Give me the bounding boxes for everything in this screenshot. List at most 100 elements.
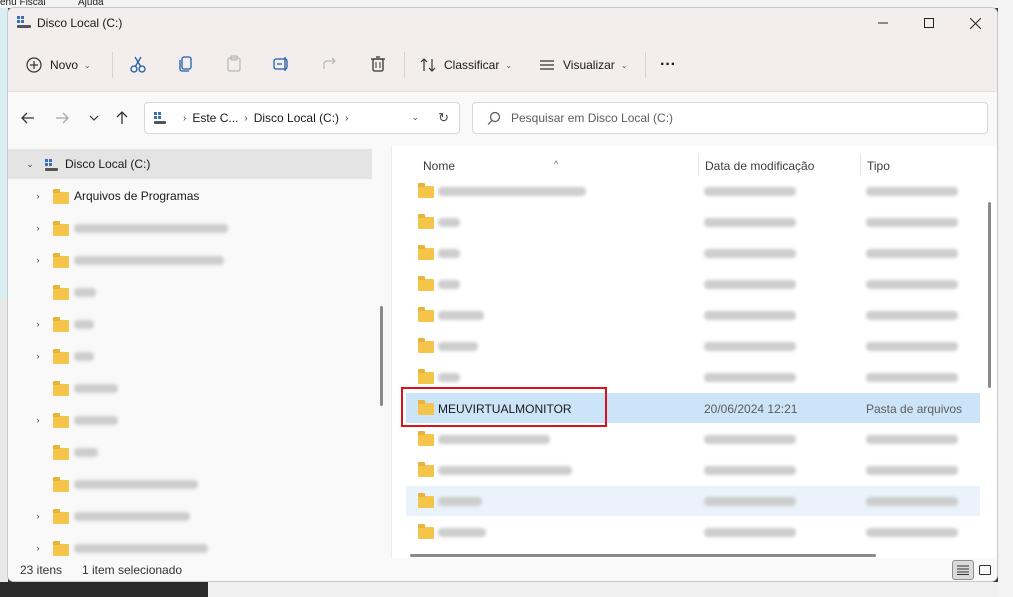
folder-icon <box>418 369 434 384</box>
redacted-label <box>438 497 482 506</box>
file-list-horizontal-scrollbar[interactable] <box>410 554 876 557</box>
details-view-button[interactable] <box>952 560 974 580</box>
nav-item-obscured[interactable]: › <box>8 341 372 371</box>
search-input[interactable]: Pesquisar em Disco Local (C:) <box>472 102 988 134</box>
table-row[interactable] <box>406 238 980 268</box>
chevron-down-icon: ⌄ <box>84 60 91 70</box>
back-button[interactable] <box>18 108 38 128</box>
table-row[interactable] <box>406 269 980 299</box>
recent-locations-button[interactable] <box>84 108 104 128</box>
nav-item-obscured[interactable]: › <box>8 405 372 435</box>
table-row[interactable] <box>406 300 980 330</box>
nav-item-disco-local[interactable]: ⌄ Disco Local (C:) <box>8 149 372 179</box>
expand-chevron-icon[interactable]: › <box>32 511 44 521</box>
expand-chevron-icon[interactable]: › <box>32 255 44 265</box>
redacted-label <box>438 249 460 258</box>
column-divider[interactable] <box>698 154 699 176</box>
more-options-button[interactable]: ··· <box>660 49 676 81</box>
column-header-name[interactable]: Nome <box>423 159 455 173</box>
computer-icon <box>154 112 166 124</box>
nav-item-arquivos-de-programas[interactable]: › Arquivos de Programas <box>8 181 372 211</box>
main-content: ⌄ Disco Local (C:) › Arquivos de Program… <box>8 146 997 558</box>
paste-button[interactable] <box>224 54 244 74</box>
maximize-button[interactable] <box>906 8 952 38</box>
folder-icon <box>418 524 434 539</box>
file-list: ^ Nome Data de modificação Tipo MEUVIRTU… <box>392 146 997 558</box>
minimize-button[interactable] <box>860 8 906 38</box>
close-button[interactable] <box>952 8 997 38</box>
nav-item-obscured[interactable]: › <box>8 245 372 275</box>
expand-chevron-icon[interactable]: › <box>32 191 44 201</box>
toolbar-divider <box>112 52 113 78</box>
expand-chevron-icon[interactable]: › <box>32 351 44 361</box>
address-bar-row: › Este C... › Disco Local (C:) › ⌄ ↻ Pes… <box>8 92 997 146</box>
view-button[interactable]: Visualizar ⌄ <box>539 49 628 81</box>
file-list-vertical-scrollbar[interactable] <box>988 202 991 388</box>
redacted-label <box>704 528 796 537</box>
tiles-view-button[interactable] <box>974 560 996 580</box>
nav-item-obscured[interactable] <box>8 373 372 403</box>
table-row[interactable] <box>406 424 980 454</box>
cut-button[interactable] <box>128 54 148 74</box>
folder-icon <box>53 381 69 396</box>
breadcrumb-item[interactable]: Disco Local (C:) <box>254 111 339 125</box>
redacted-label <box>74 544 208 553</box>
nav-item-obscured[interactable] <box>8 437 372 467</box>
redacted-label <box>866 311 958 320</box>
share-button[interactable] <box>320 54 340 74</box>
nav-item-obscured[interactable] <box>8 277 372 307</box>
refresh-icon[interactable]: ↻ <box>438 110 449 126</box>
table-row[interactable] <box>406 455 980 485</box>
redacted-label <box>74 448 98 457</box>
table-row[interactable] <box>406 331 980 361</box>
folder-icon <box>53 477 69 492</box>
command-bar: Novo ⌄ Classificar ⌄ Visualizar ⌄ ··· <box>8 38 997 92</box>
folder-icon <box>53 413 69 428</box>
address-field[interactable]: › Este C... › Disco Local (C:) › ⌄ ↻ <box>144 102 460 134</box>
folder-icon <box>418 462 434 477</box>
folder-icon <box>418 431 434 446</box>
delete-button[interactable] <box>368 54 388 74</box>
navigation-pane: ⌄ Disco Local (C:) › Arquivos de Program… <box>8 146 374 558</box>
nav-item-obscured[interactable]: › <box>8 309 372 339</box>
column-divider[interactable] <box>860 154 861 176</box>
new-button[interactable]: Novo ⌄ <box>26 49 91 81</box>
breadcrumb-chevron-icon: › <box>183 112 187 124</box>
column-header-date[interactable]: Data de modificação <box>705 159 814 173</box>
folder-icon <box>418 307 434 322</box>
window-title: Disco Local (C:) <box>37 16 123 30</box>
folder-icon <box>418 276 434 291</box>
file-date: 20/06/2024 12:21 <box>704 402 798 416</box>
folder-icon <box>418 245 434 260</box>
collapse-chevron-icon[interactable]: ⌄ <box>24 159 36 170</box>
search-placeholder: Pesquisar em Disco Local (C:) <box>511 111 674 125</box>
maximize-icon <box>924 18 934 28</box>
redacted-label <box>704 249 796 258</box>
table-row[interactable] <box>406 207 980 237</box>
nav-item-obscured[interactable] <box>8 469 372 499</box>
table-row[interactable] <box>406 517 980 547</box>
expand-chevron-icon[interactable]: › <box>32 543 44 553</box>
table-row[interactable] <box>406 176 980 206</box>
more-options-label: ··· <box>660 56 676 73</box>
breadcrumb-item[interactable]: Este C... <box>192 111 238 125</box>
address-history-dropdown-icon[interactable]: ⌄ <box>411 112 419 123</box>
redacted-label <box>866 435 958 444</box>
copy-button[interactable] <box>176 54 196 74</box>
nav-item-obscured[interactable]: › <box>8 501 372 531</box>
folder-icon <box>418 214 434 229</box>
title-bar[interactable]: Disco Local (C:) <box>8 8 997 38</box>
expand-chevron-icon[interactable]: › <box>32 223 44 233</box>
table-row-hover[interactable] <box>406 486 980 516</box>
nav-item-obscured[interactable]: › <box>8 213 372 243</box>
forward-button[interactable] <box>52 108 72 128</box>
expand-chevron-icon[interactable]: › <box>32 415 44 425</box>
up-button[interactable] <box>112 108 132 128</box>
details-view-icon <box>957 565 969 575</box>
sort-button[interactable]: Classificar ⌄ <box>420 49 512 81</box>
column-header-type[interactable]: Tipo <box>867 159 890 173</box>
chevron-down-icon: ⌄ <box>620 60 628 70</box>
expand-chevron-icon[interactable]: › <box>32 319 44 329</box>
navigation-scrollbar[interactable] <box>380 306 383 406</box>
rename-button[interactable] <box>272 54 292 74</box>
